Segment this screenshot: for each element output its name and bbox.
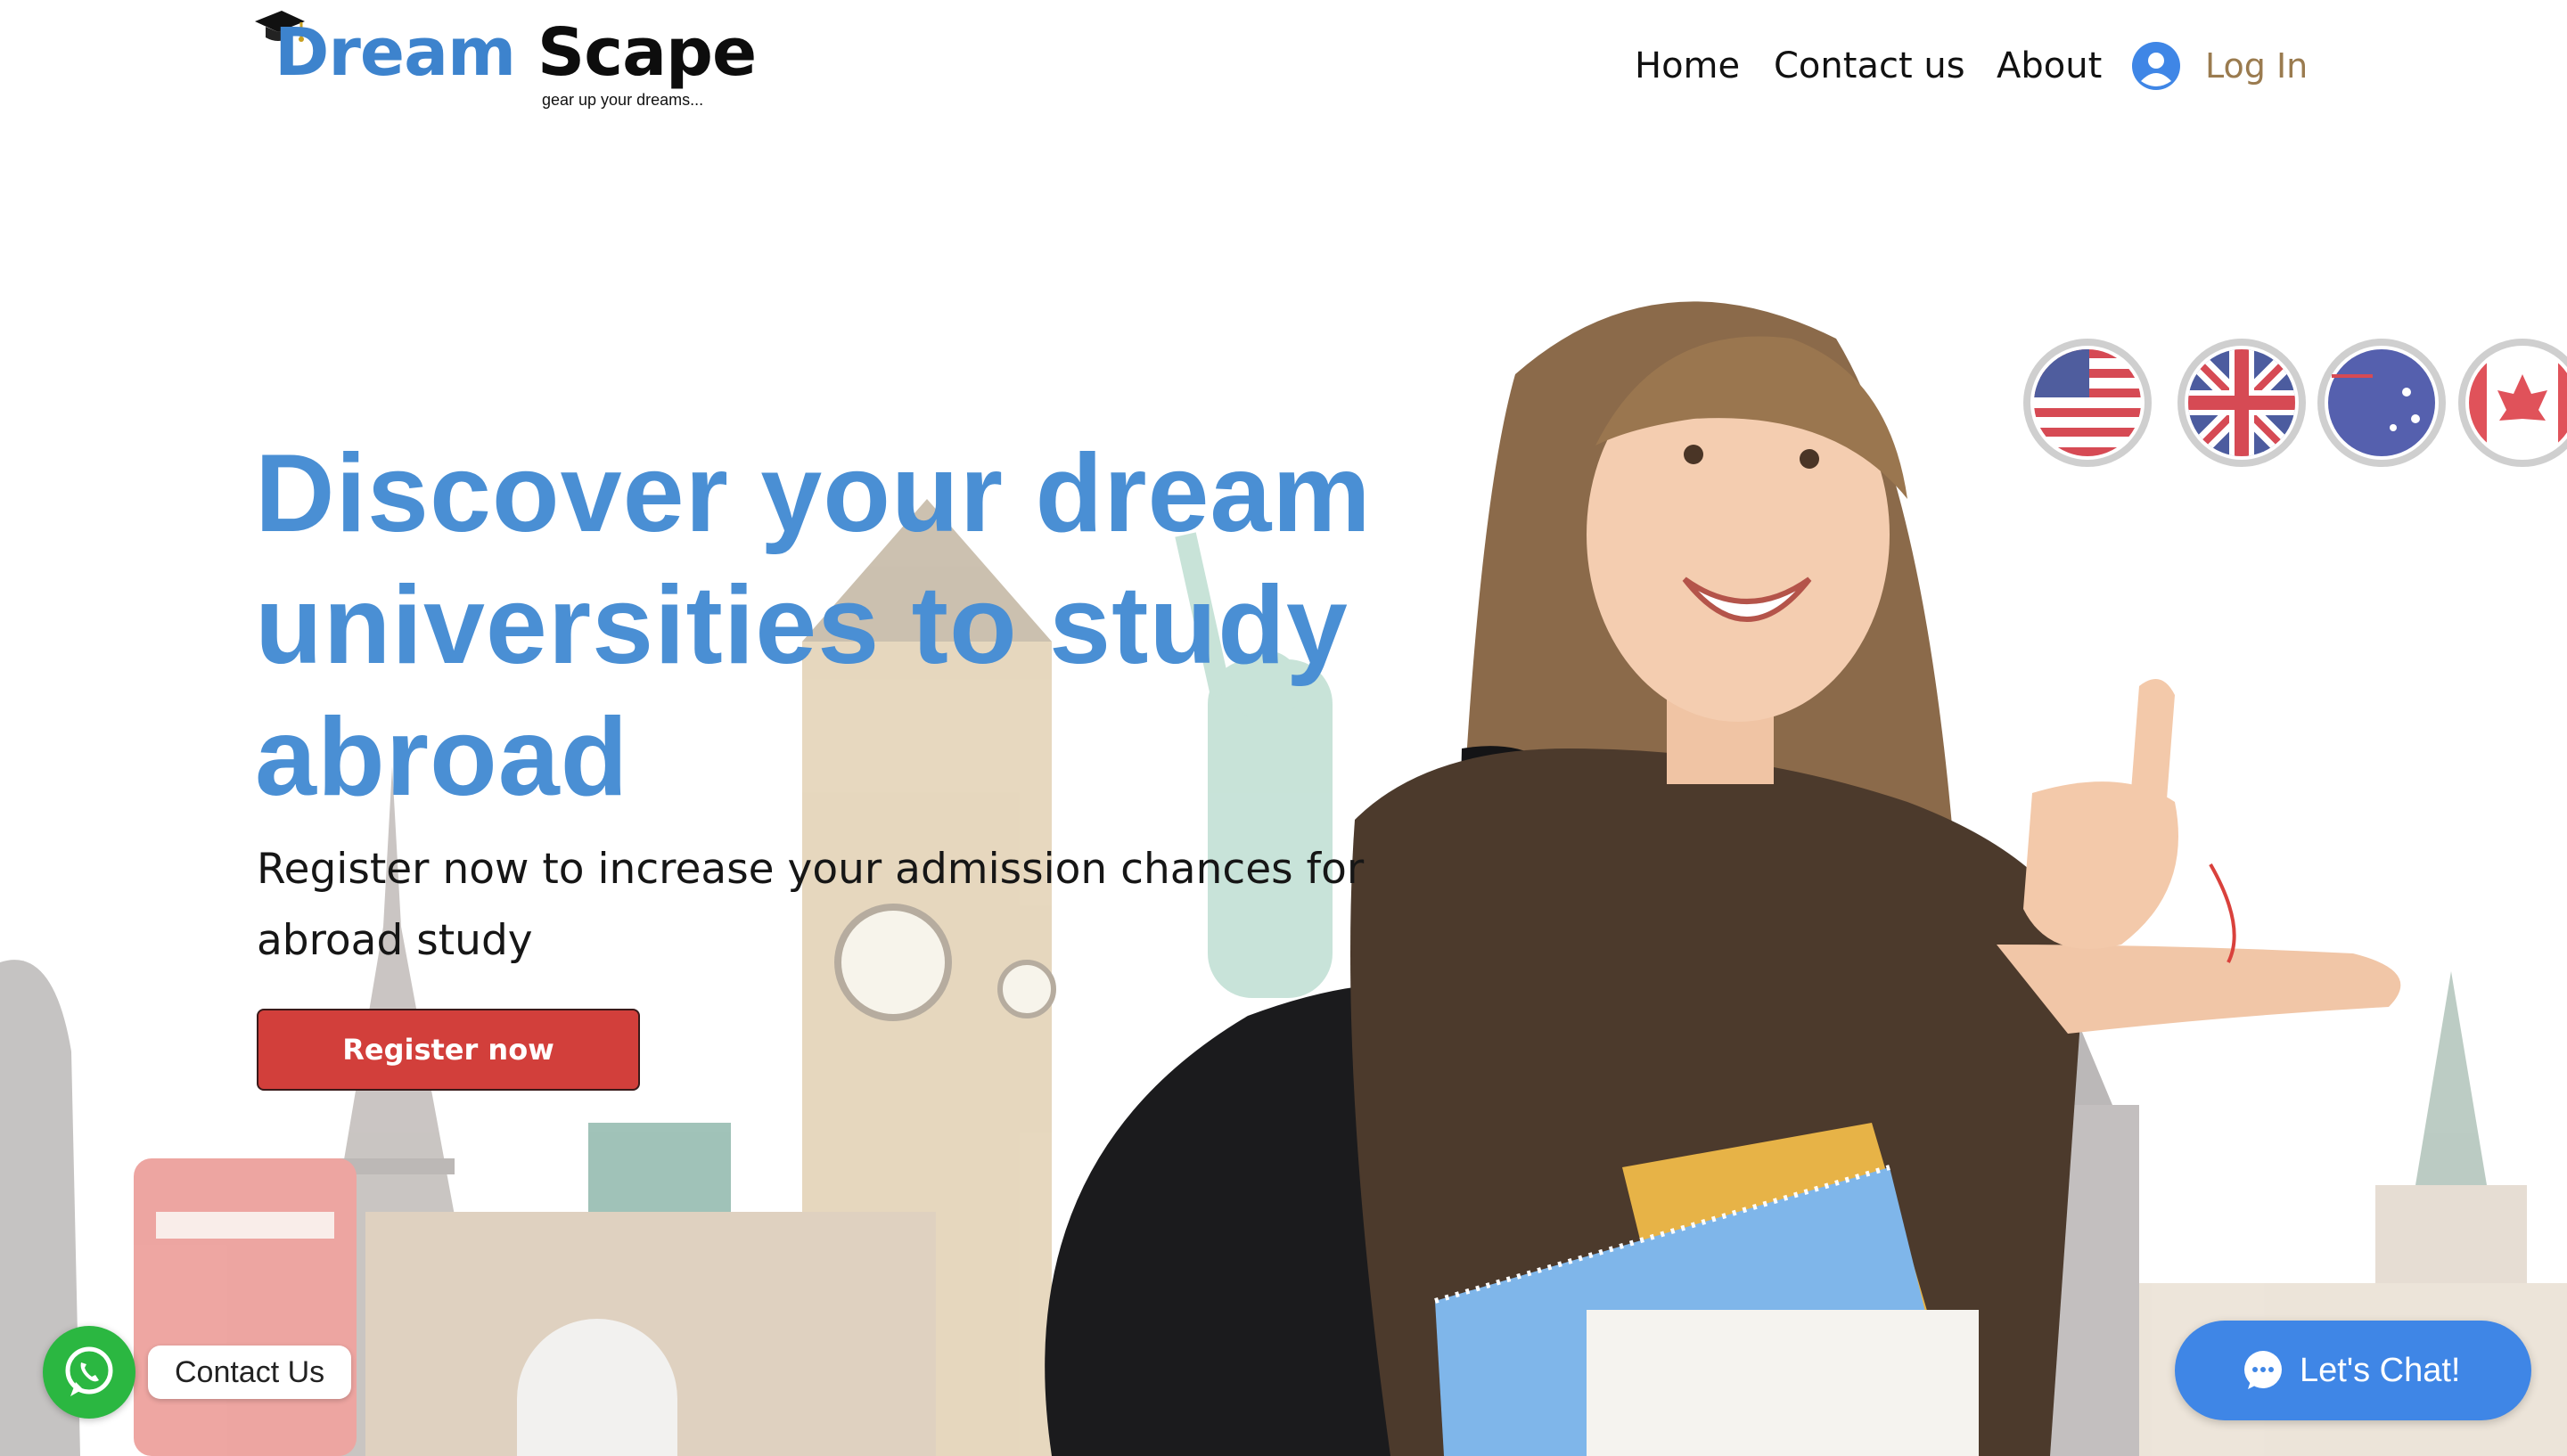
user-avatar-icon[interactable] — [2132, 42, 2180, 90]
nav-home-link[interactable]: Home — [1635, 39, 1740, 93]
brand-tagline: gear up your dreams... — [542, 91, 704, 109]
whatsapp-icon — [65, 1346, 113, 1396]
brand-name-scape: Scape — [537, 14, 757, 91]
chat-bubble-icon — [2244, 1351, 2282, 1389]
nav-about-link[interactable]: About — [1997, 39, 2102, 93]
brand-name: Dream Scape — [275, 12, 757, 93]
lets-chat-label: Let's Chat! — [2300, 1351, 2461, 1389]
login-link[interactable]: Log In — [2205, 39, 2308, 93]
hero-subheadline: Register now to increase your admission … — [257, 845, 1365, 965]
whatsapp-button[interactable] — [43, 1326, 135, 1419]
country-flags — [2023, 339, 2567, 467]
nav-contact-link[interactable]: Contact us — [1774, 39, 1965, 93]
brand-logo[interactable]: Dream Scape gear up your dreams... — [251, 5, 757, 121]
canada-flag-icon — [2458, 339, 2567, 467]
uk-flag-icon — [2177, 339, 2306, 467]
register-now-button[interactable]: Register now — [257, 1009, 640, 1091]
brand-name-dream: Dream — [275, 14, 516, 91]
usa-flag-icon — [2023, 339, 2152, 467]
hero-headline: Discover your dream universities to stud… — [255, 432, 1372, 819]
whatsapp-contact-label[interactable]: Contact Us — [148, 1346, 352, 1399]
australia-flag-icon — [2317, 339, 2446, 467]
lets-chat-button[interactable]: Let's Chat! — [2175, 1321, 2531, 1420]
